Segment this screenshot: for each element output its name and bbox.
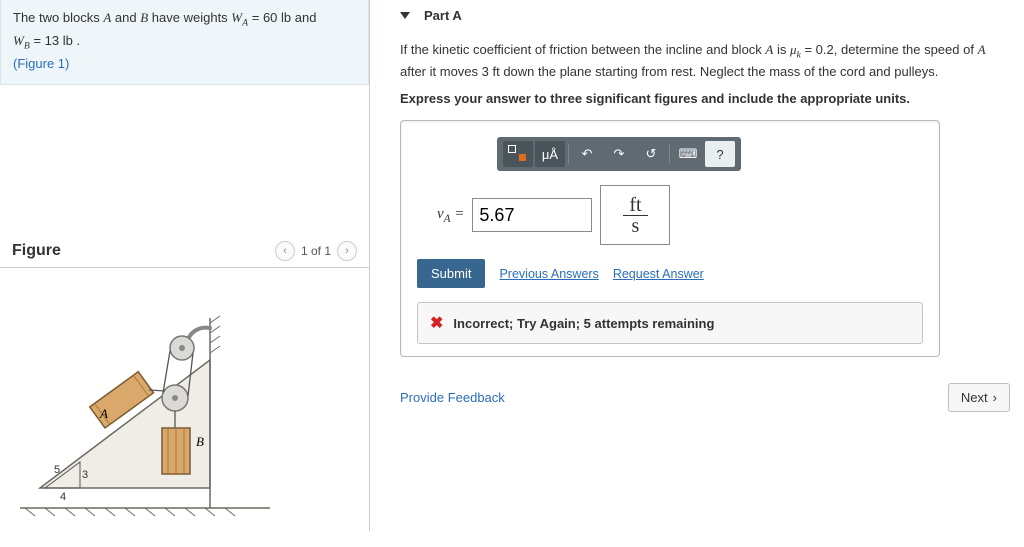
- previous-answers-link[interactable]: Previous Answers: [499, 267, 598, 281]
- var-B: B: [140, 10, 148, 25]
- instruction-text: If the kinetic coefficient of friction b…: [400, 41, 1010, 82]
- txt: have weights: [152, 10, 232, 25]
- WA-sym: W: [231, 10, 242, 25]
- collapse-caret-icon: [400, 12, 410, 19]
- WB-val: = 13 lb .: [33, 33, 80, 48]
- instruction-bold: Express your answer to three significant…: [400, 90, 1010, 109]
- incorrect-icon: ✖: [430, 313, 443, 333]
- unit-numerator: ft: [623, 195, 647, 216]
- footer-row: Provide Feedback Next ›: [400, 383, 1010, 412]
- pager-prev-button[interactable]: ‹: [275, 241, 295, 261]
- reset-button[interactable]: ↺: [636, 141, 666, 167]
- answer-variable: vA =: [437, 206, 464, 225]
- submit-row: Submit Previous Answers Request Answer: [417, 259, 923, 288]
- submit-button[interactable]: Submit: [417, 259, 485, 288]
- provide-feedback-link[interactable]: Provide Feedback: [400, 390, 505, 405]
- svg-text:A: A: [99, 406, 108, 421]
- request-answer-link[interactable]: Request Answer: [613, 267, 704, 281]
- figure-title: Figure: [12, 242, 61, 260]
- next-label: Next: [961, 390, 988, 405]
- chevron-right-icon: ›: [993, 390, 997, 405]
- templates-button[interactable]: [503, 141, 533, 167]
- pager-label: 1 of 1: [301, 244, 331, 258]
- WA-sub: A: [242, 18, 248, 29]
- txt: The two blocks: [13, 10, 103, 25]
- svg-text:B: B: [196, 434, 204, 449]
- feedback-text: Incorrect; Try Again; 5 attempts remaini…: [453, 316, 714, 331]
- answer-box: μÅ ↶ ↷ ↺ ⌨ ? vA = ft s: [400, 120, 940, 357]
- WB-sub: B: [24, 41, 30, 52]
- figure-link[interactable]: (Figure 1): [13, 56, 69, 71]
- svg-text:5: 5: [54, 464, 60, 476]
- WB-sym: W: [13, 33, 24, 48]
- keyboard-button[interactable]: ⌨: [673, 141, 703, 167]
- figure-svg: 5 3 4 A: [10, 278, 340, 518]
- svg-text:4: 4: [60, 491, 66, 503]
- toolbar-sep: [669, 144, 670, 164]
- WA-val: = 60 lb and: [252, 10, 317, 25]
- next-button[interactable]: Next ›: [948, 383, 1010, 412]
- figure-pager: ‹ 1 of 1 ›: [275, 241, 357, 261]
- redo-button[interactable]: ↷: [604, 141, 634, 167]
- svg-text:3: 3: [82, 469, 88, 481]
- part-title: Part A: [424, 8, 462, 23]
- pager-next-button[interactable]: ›: [337, 241, 357, 261]
- feedback-banner: ✖ Incorrect; Try Again; 5 attempts remai…: [417, 302, 923, 344]
- undo-button[interactable]: ↶: [572, 141, 602, 167]
- var-A: A: [103, 10, 111, 25]
- answer-units-input[interactable]: ft s: [600, 185, 670, 245]
- figure-body: 5 3 4 A: [0, 268, 369, 531]
- symbols-button[interactable]: μÅ: [535, 141, 565, 167]
- unit-denominator: s: [623, 216, 647, 236]
- answer-row: vA = ft s: [437, 185, 923, 245]
- help-button[interactable]: ?: [705, 141, 735, 167]
- problem-statement: The two blocks A and B have weights WA =…: [0, 0, 369, 85]
- toolbar-sep: [568, 144, 569, 164]
- templates-icon: [508, 145, 528, 163]
- answer-value-input[interactable]: [472, 198, 592, 232]
- part-header[interactable]: Part A: [400, 8, 1010, 23]
- figure-header: Figure ‹ 1 of 1 ›: [0, 235, 369, 268]
- equation-toolbar: μÅ ↶ ↷ ↺ ⌨ ?: [497, 137, 741, 171]
- txt: and: [115, 10, 140, 25]
